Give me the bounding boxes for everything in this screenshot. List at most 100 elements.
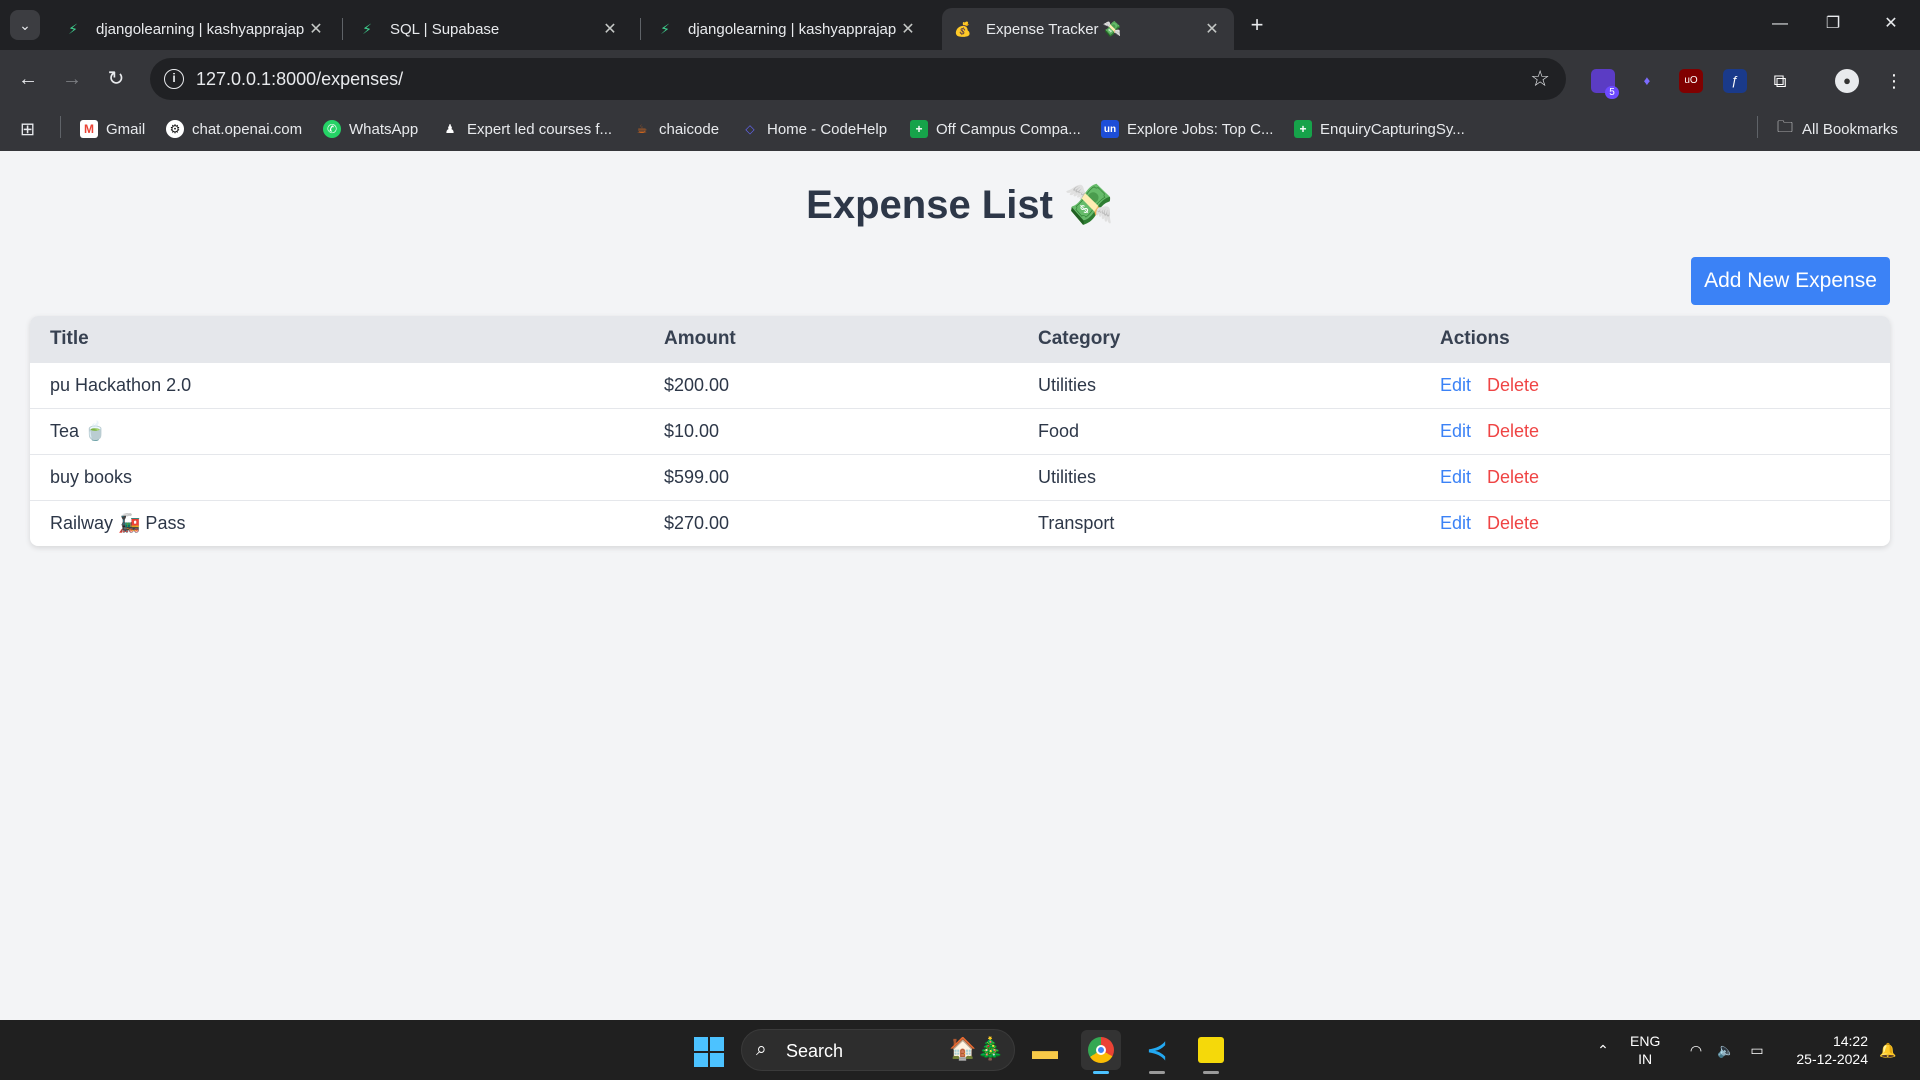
sheets-icon: +	[1294, 120, 1312, 138]
reload-button[interactable]: ↻	[100, 63, 132, 95]
add-new-expense-button[interactable]: Add New Expense	[1691, 257, 1890, 305]
url-text[interactable]: 127.0.0.1:8000/expenses/	[196, 69, 403, 90]
extensions-puzzle-icon[interactable]: ⧉	[1768, 69, 1792, 93]
tab-strip: ⌄ ⚡ djangolearning | kashyapprajap ✕ ⚡ S…	[0, 0, 1920, 50]
extension-count: 5	[1605, 86, 1619, 99]
close-icon[interactable]: ✕	[600, 19, 620, 39]
close-icon[interactable]: ✕	[306, 19, 326, 39]
restore-button[interactable]: ❐	[1810, 8, 1856, 40]
vscode-icon[interactable]: ≺	[1137, 1030, 1177, 1074]
cell-title: buy books	[30, 453, 644, 500]
windows-start-icon[interactable]	[694, 1037, 724, 1067]
bookmark-divider	[60, 116, 61, 138]
cell-category: Food	[1018, 407, 1420, 454]
all-bookmarks-button[interactable]: 🗀 All Bookmarks	[1776, 116, 1898, 142]
tab-expense-tracker[interactable]: 💰 Expense Tracker 💸 ✕	[942, 8, 1234, 50]
delete-link[interactable]: Delete	[1487, 375, 1539, 395]
bookmark-gmail[interactable]: M Gmail	[80, 116, 145, 142]
delete-link[interactable]: Delete	[1487, 421, 1539, 441]
close-icon[interactable]: ✕	[898, 19, 918, 39]
bookmark-divider	[1757, 116, 1758, 138]
column-header-title: Title	[30, 316, 644, 362]
cell-actions: Edit Delete	[1420, 407, 1890, 454]
arrow-left-icon: ←	[18, 68, 38, 90]
chrome-icon[interactable]	[1081, 1030, 1121, 1074]
table-header-row: Title Amount Category Actions	[30, 316, 1890, 362]
sticky-notes-icon[interactable]	[1191, 1030, 1231, 1074]
file-explorer-icon[interactable]: ▬	[1025, 1030, 1065, 1070]
windows-taskbar: ⌕ Search 🏠🎄 ▬ ≺ ⌃ ENG IN ◠ 🔈 ▭ 14:22 25-…	[0, 1020, 1920, 1080]
cell-actions: Edit Delete	[1420, 453, 1890, 500]
bookmark-codehelp[interactable]: ◇ Home - CodeHelp	[741, 116, 887, 142]
cell-title: pu Hackathon 2.0	[30, 361, 644, 408]
reload-icon: ↻	[107, 68, 125, 90]
profile-avatar-icon[interactable]: ●	[1835, 69, 1859, 93]
close-icon[interactable]: ✕	[1202, 19, 1222, 39]
extension-script-icon[interactable]: ƒ	[1723, 69, 1747, 93]
table-row: buy books $599.00 Utilities Edit Delete	[30, 453, 1890, 500]
delete-link[interactable]: Delete	[1487, 513, 1539, 533]
running-indicator	[1203, 1071, 1219, 1074]
cell-category: Utilities	[1018, 453, 1420, 500]
battery-icon[interactable]: ▭	[1744, 1020, 1770, 1080]
tab-search-button[interactable]: ⌄	[10, 10, 40, 40]
notification-bell-icon[interactable]: 🔔	[1876, 1020, 1900, 1080]
taskbar-search-box[interactable]: ⌕ Search 🏠🎄	[741, 1029, 1015, 1071]
minimize-icon: —	[1772, 15, 1788, 32]
cell-amount: $10.00	[644, 407, 1018, 454]
browser-toolbar: ← → ↻ i 127.0.0.1:8000/expenses/ ☆ 5 ♦ u…	[0, 50, 1920, 108]
tab-djangolearning-2[interactable]: ⚡ djangolearning | kashyapprajap ✕	[644, 8, 930, 50]
column-header-amount: Amount	[644, 316, 1018, 362]
ublock-icon[interactable]: uO	[1679, 69, 1703, 93]
supabase-icon: ⚡	[660, 20, 670, 37]
minimize-button[interactable]: —	[1757, 8, 1803, 40]
address-bar[interactable]: i 127.0.0.1:8000/expenses/ ☆	[150, 58, 1566, 100]
cell-amount: $270.00	[644, 499, 1018, 546]
menu-kebab-icon[interactable]: ⋮	[1882, 69, 1906, 93]
table-row: Railway 🚂 Pass $270.00 Transport Edit Del…	[30, 499, 1890, 546]
forward-button[interactable]: →	[56, 63, 88, 95]
new-tab-button[interactable]: +	[1244, 12, 1270, 38]
supabase-icon: ⚡	[362, 20, 372, 37]
arrow-right-icon: →	[62, 68, 82, 90]
bookmark-expert-courses[interactable]: ♟ Expert led courses f...	[441, 116, 612, 142]
wifi-icon[interactable]: ◠	[1684, 1020, 1708, 1080]
delete-link[interactable]: Delete	[1487, 467, 1539, 487]
column-header-actions: Actions	[1420, 316, 1890, 362]
browser-chrome: ⌄ ⚡ djangolearning | kashyapprajap ✕ ⚡ S…	[0, 0, 1920, 151]
whatsapp-icon: ✆	[323, 120, 341, 138]
volume-icon[interactable]: 🔈	[1714, 1020, 1738, 1080]
language-indicator[interactable]: ENG IN	[1630, 1032, 1660, 1068]
apps-grid-icon[interactable]: ⊞	[20, 116, 35, 142]
tab-djangolearning-1[interactable]: ⚡ djangolearning | kashyapprajap ✕	[52, 8, 338, 50]
table-row: Tea 🍵 $10.00 Food Edit Delete	[30, 407, 1890, 454]
cell-category: Transport	[1018, 499, 1420, 546]
bookmark-off-campus[interactable]: + Off Campus Compa...	[910, 116, 1081, 142]
bookmark-star-icon[interactable]: ☆	[1530, 66, 1550, 92]
edit-link[interactable]: Edit	[1440, 513, 1471, 533]
system-clock[interactable]: 14:22 25-12-2024	[1782, 1032, 1868, 1068]
site-info-icon[interactable]: i	[164, 69, 184, 89]
table-row: pu Hackathon 2.0 $200.00 Utilities Edit D…	[30, 361, 1890, 408]
close-window-button[interactable]: ✕	[1868, 8, 1914, 40]
bookmark-enquiry-capturing[interactable]: + EnquiryCapturingSy...	[1294, 116, 1465, 142]
back-button[interactable]: ←	[12, 63, 44, 95]
edit-link[interactable]: Edit	[1440, 467, 1471, 487]
expense-table-card: Title Amount Category Actions pu Hackath…	[30, 316, 1890, 546]
chaicode-icon: ☕	[636, 122, 648, 136]
running-indicator	[1149, 1071, 1165, 1074]
tab-divider	[640, 18, 641, 40]
edit-link[interactable]: Edit	[1440, 421, 1471, 441]
edit-link[interactable]: Edit	[1440, 375, 1471, 395]
bookmark-explore-jobs[interactable]: un Explore Jobs: Top C...	[1101, 116, 1273, 142]
show-hidden-icons-chevron-icon[interactable]: ⌃	[1590, 1020, 1616, 1080]
tab-sql-supabase[interactable]: ⚡ SQL | Supabase ✕	[346, 8, 632, 50]
bookmark-chat-openai[interactable]: ⚙ chat.openai.com	[166, 116, 302, 142]
bookmark-chaicode[interactable]: ☕ chaicode	[633, 116, 719, 142]
extension-badge-icon[interactable]: 5	[1591, 69, 1619, 99]
cell-category: Utilities	[1018, 361, 1420, 408]
extension-flame-icon[interactable]: ♦	[1635, 69, 1659, 93]
bookmark-whatsapp[interactable]: ✆ WhatsApp	[323, 116, 418, 142]
money-bag-icon: 💰	[954, 20, 972, 37]
cell-amount: $200.00	[644, 361, 1018, 408]
